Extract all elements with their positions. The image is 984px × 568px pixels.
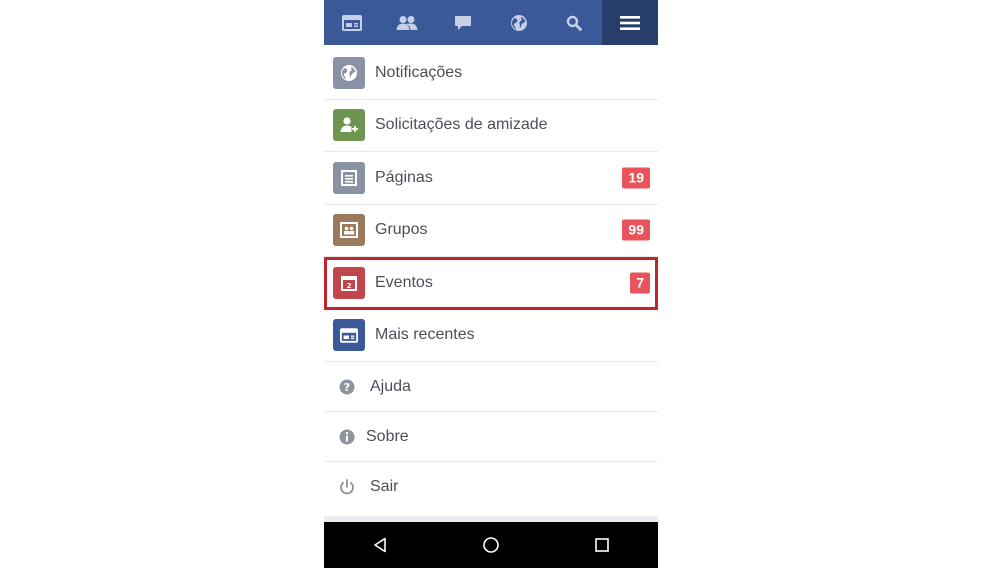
messages-icon bbox=[454, 15, 471, 30]
events-tile: 2 bbox=[333, 266, 365, 299]
recent-apps-button[interactable] bbox=[572, 522, 632, 568]
pages-tile bbox=[333, 161, 365, 194]
menu-item-friend-requests[interactable]: Solicitações de amizade bbox=[324, 100, 658, 152]
menu-item-label: Páginas bbox=[375, 168, 433, 186]
menu-item-label: Sobre bbox=[366, 427, 409, 445]
menu-item-label: Solicitações de amizade bbox=[375, 116, 548, 134]
menu-item-events[interactable]: 2 Eventos 7 bbox=[324, 257, 658, 310]
info-icon-wrap bbox=[338, 428, 356, 446]
svg-text:?: ? bbox=[344, 381, 350, 394]
pages-count-badge: 19 bbox=[622, 167, 650, 189]
menu-item-most-recent[interactable]: Mais recentes bbox=[324, 310, 658, 362]
add-friend-icon bbox=[340, 117, 358, 133]
main-menu-list: Notificações Solicitações de amizade Pág… bbox=[324, 47, 658, 512]
menu-item-label: Sair bbox=[370, 478, 399, 495]
menu-item-pages[interactable]: Páginas 19 bbox=[324, 152, 658, 205]
menu-item-about[interactable]: Sobre bbox=[324, 412, 658, 462]
groups-icon bbox=[340, 222, 358, 239]
back-icon bbox=[373, 537, 386, 553]
menu-item-groups[interactable]: Grupos 99 bbox=[324, 205, 658, 257]
tab-news-feed[interactable] bbox=[324, 0, 380, 45]
tab-notifications[interactable] bbox=[491, 0, 547, 45]
calendar-icon: 2 bbox=[341, 275, 357, 291]
menu-item-logout[interactable]: Sair bbox=[324, 462, 658, 512]
help-icon: ? bbox=[339, 379, 355, 394]
globe-icon bbox=[341, 64, 357, 81]
back-button[interactable] bbox=[350, 522, 410, 568]
pages-icon bbox=[341, 169, 357, 186]
menu-item-label: Notificações bbox=[375, 63, 463, 81]
info-icon bbox=[339, 429, 355, 444]
menu-item-help[interactable]: ? Ajuda bbox=[324, 362, 658, 412]
tab-messages[interactable] bbox=[435, 0, 491, 45]
friends-icon bbox=[396, 15, 418, 30]
groups-count-badge: 99 bbox=[622, 219, 650, 241]
most-recent-tile bbox=[333, 319, 365, 352]
menu-item-label: Mais recentes bbox=[375, 326, 475, 344]
android-navigation-bar bbox=[324, 522, 658, 568]
recent-apps-icon bbox=[595, 538, 610, 552]
menu-item-label: Ajuda bbox=[370, 377, 411, 395]
news-feed-icon bbox=[340, 328, 358, 343]
groups-tile bbox=[333, 214, 365, 247]
notifications-tile bbox=[333, 56, 365, 89]
power-icon bbox=[340, 479, 354, 495]
globe-icon bbox=[510, 14, 527, 31]
power-icon-wrap bbox=[338, 478, 356, 496]
svg-text:2: 2 bbox=[347, 282, 352, 290]
phone-screen: Notificações Solicitações de amizade Pág… bbox=[324, 0, 658, 568]
tab-search[interactable] bbox=[546, 0, 602, 45]
menu-item-label: Grupos bbox=[375, 221, 428, 239]
events-count-badge: 7 bbox=[630, 272, 650, 294]
home-icon bbox=[483, 537, 499, 553]
help-icon-wrap: ? bbox=[338, 378, 356, 396]
tab-friends[interactable] bbox=[380, 0, 436, 45]
menu-icon bbox=[619, 15, 640, 30]
top-navigation-bar bbox=[324, 0, 658, 45]
search-icon bbox=[566, 15, 583, 31]
news-feed-icon bbox=[341, 14, 362, 31]
menu-item-label: Eventos bbox=[375, 273, 433, 291]
friend-requests-tile bbox=[333, 109, 365, 142]
home-button[interactable] bbox=[461, 522, 521, 568]
menu-item-notifications[interactable]: Notificações bbox=[324, 47, 658, 100]
tab-menu[interactable] bbox=[601, 0, 658, 45]
